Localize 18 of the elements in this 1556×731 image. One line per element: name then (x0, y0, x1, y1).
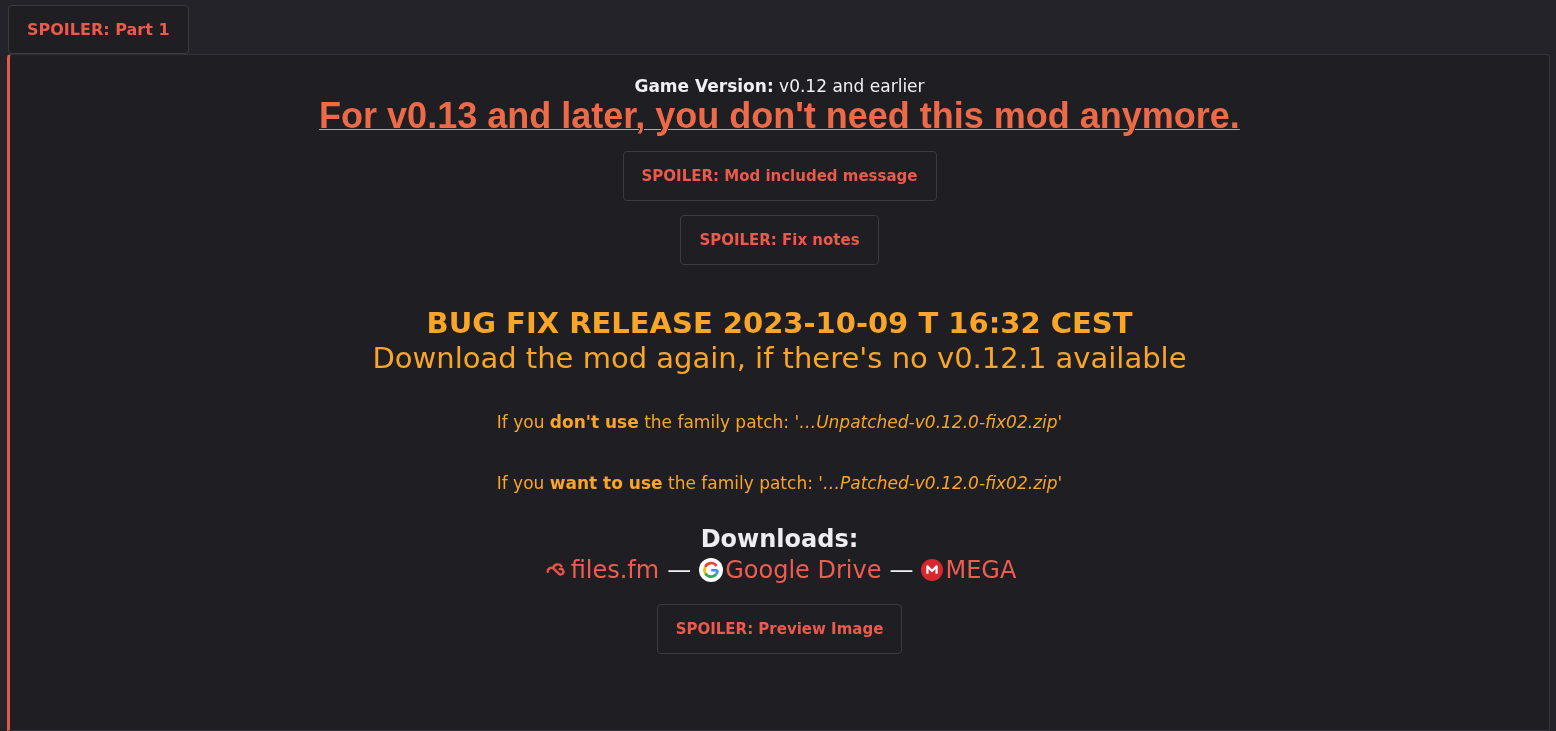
mega-icon (921, 559, 944, 581)
release-subtitle: Download the mod again, if there's no v0.12.1 available (372, 341, 1187, 375)
game-version: Game Version: v0.12 and earlier (634, 75, 925, 97)
release-title: BUG FIX RELEASE 2023-10-09 T 16:32 CEST (426, 305, 1133, 341)
spoiler-button[interactable]: SPOILER: Part 1 (8, 5, 189, 54)
google-icon (699, 558, 724, 582)
download-link[interactable]: Google Drive (699, 554, 882, 586)
instruction-text: If you don't use the family patch: '…Unpatched-v0.12.0-fix02.zip' (496, 411, 1063, 433)
separator: — (889, 555, 914, 586)
separator: — (667, 555, 692, 586)
downloads-heading: Downloads: (700, 524, 859, 554)
instruction-text: If you want to use the family patch: '…Patched-v0.12.0-fix02.zip' (496, 472, 1063, 494)
spoiler-button[interactable]: SPOILER: Mod included message (622, 151, 937, 201)
notice-link[interactable]: For v0.13 and later, you don't need this mod anymore. (319, 97, 1240, 135)
spoiler-button[interactable]: SPOILER: Fix notes (680, 215, 879, 265)
spoiler-button[interactable]: SPOILER: Preview Image (656, 604, 903, 654)
download-link[interactable]: MEGA (921, 554, 1017, 586)
download-link[interactable]: files.fm (542, 554, 660, 586)
